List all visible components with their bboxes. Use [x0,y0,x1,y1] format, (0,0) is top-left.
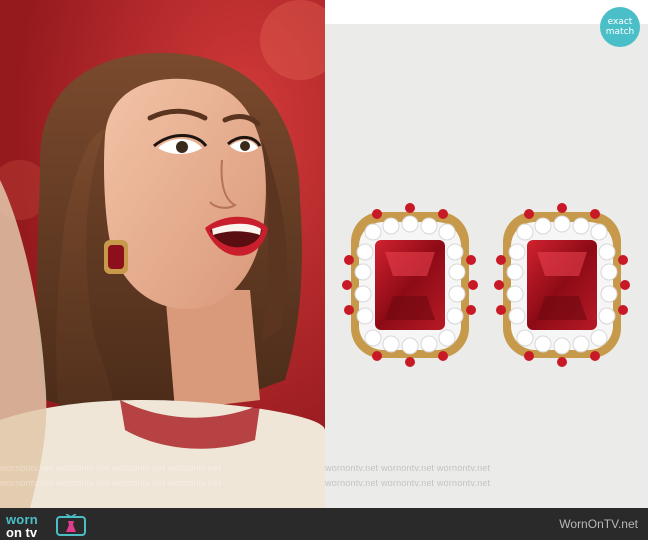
product-panel: exact match wornontv.net wornontv.net wo… [325,0,648,508]
earring-right [494,203,630,367]
exact-match-badge: exact match [600,7,640,47]
earring-left [342,203,478,367]
badge-line1: exact [607,17,633,27]
watermark-text: wornontv.net wornontv.net wornontv.net w… [0,463,222,473]
product-image [325,24,648,508]
badge-line2: match [605,27,635,37]
site-name[interactable]: WornOnTV.net [559,517,638,531]
footer-bar: worn on tv WornOnTV.net [0,508,648,540]
woman-laughing-photo [0,0,325,508]
red-crystal-stud-earrings [342,203,630,367]
wornontv-logo[interactable]: worn on tv [6,512,96,540]
watermark-text: wornontv.net wornontv.net wornontv.net [325,478,491,488]
scene-photo: wornontv.net wornontv.net wornontv.net w… [0,0,325,508]
watermark-text: wornontv.net wornontv.net wornontv.net w… [0,478,222,488]
tv-dress-icon [56,514,86,536]
watermark-text: wornontv.net wornontv.net wornontv.net [325,463,491,473]
logo-ontv-text: on tv [6,525,38,540]
